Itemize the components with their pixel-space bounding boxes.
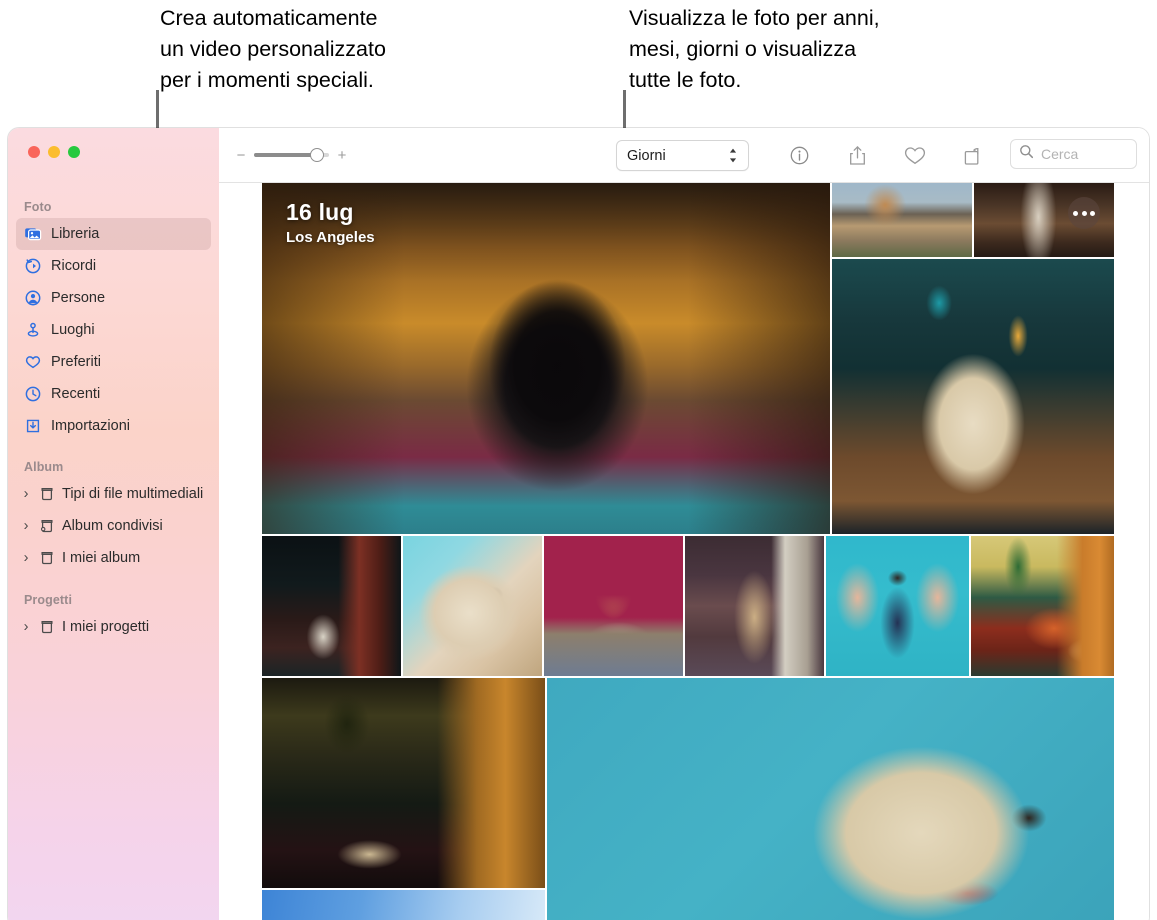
sidebar-header-progetti: Progetti xyxy=(8,593,219,607)
slider-knob[interactable] xyxy=(310,148,324,162)
sidebar-group-album: Album › Tipi di file multimediali › Albu… xyxy=(8,460,219,574)
callout-memories-text: Crea automaticamente un video personaliz… xyxy=(160,3,500,96)
day-header: 16 lug Los Angeles xyxy=(286,199,375,246)
info-button[interactable] xyxy=(787,144,811,168)
photo-smiling-dog[interactable] xyxy=(832,259,1114,534)
search-field[interactable]: Cerca xyxy=(1010,139,1137,169)
sidebar-item-album-condivisi[interactable]: › Album condivisi xyxy=(16,510,211,542)
sidebar-header-foto: Foto xyxy=(8,200,219,214)
photo-dog-window[interactable] xyxy=(685,536,824,676)
screenshot-root: Crea automaticamente un video personaliz… xyxy=(0,0,1157,920)
photo-terrier-dark[interactable] xyxy=(262,536,401,676)
sidebar-header-album: Album xyxy=(8,460,219,474)
sidebar-item-persone[interactable]: Persone xyxy=(16,282,211,314)
sidebar-item-i-miei-progetti[interactable]: › I miei progetti xyxy=(16,611,211,643)
slider-fill xyxy=(254,153,317,157)
view-mode-popup-button[interactable]: Giorni xyxy=(616,140,749,171)
toolbar: − + Giorni xyxy=(219,128,1149,183)
chevron-right-icon[interactable]: › xyxy=(20,518,32,534)
sidebar: Foto Libreria Ricordi xyxy=(8,128,219,920)
photo-dark-room-sofa[interactable] xyxy=(262,678,545,888)
dot xyxy=(1073,211,1078,216)
sidebar-item-label: Ricordi xyxy=(51,258,96,274)
rotate-button[interactable] xyxy=(961,144,985,168)
sidebar-group-progetti: Progetti › I miei progetti xyxy=(8,593,219,643)
people-icon xyxy=(24,289,42,307)
close-window-button[interactable] xyxy=(28,146,40,158)
album-box-icon xyxy=(38,549,56,567)
sidebar-item-label: Album condivisi xyxy=(62,518,163,534)
toolbar-buttons xyxy=(787,128,985,183)
sidebar-item-label: Importazioni xyxy=(51,418,130,434)
window-traffic-lights xyxy=(28,146,80,158)
sidebar-item-label: Preferiti xyxy=(51,354,101,370)
sidebar-item-luoghi[interactable]: Luoghi xyxy=(16,314,211,346)
sidebar-item-i-miei-album[interactable]: › I miei album xyxy=(16,542,211,574)
sidebar-item-label: Persone xyxy=(51,290,105,306)
sidebar-item-tipi-di-file-multimediali[interactable]: › Tipi di file multimediali xyxy=(16,478,211,510)
sidebar-item-libreria[interactable]: Libreria xyxy=(16,218,211,250)
sidebar-item-label: Luoghi xyxy=(51,322,95,338)
sidebar-item-importazioni[interactable]: Importazioni xyxy=(16,410,211,442)
clock-icon xyxy=(24,385,42,403)
chevron-right-icon[interactable]: › xyxy=(20,486,32,502)
photo-wind-blown-dog[interactable] xyxy=(547,678,1114,920)
zoom-in-label[interactable]: + xyxy=(337,147,347,164)
minimize-window-button[interactable] xyxy=(48,146,60,158)
photo-puppy-wall[interactable] xyxy=(832,183,972,257)
share-button[interactable] xyxy=(845,144,869,168)
zoom-window-button[interactable] xyxy=(68,146,80,158)
share-icon xyxy=(847,145,868,167)
thumbnail-size-slider[interactable] xyxy=(254,153,329,157)
photo-afghan-fireplace[interactable] xyxy=(544,536,683,676)
heart-icon xyxy=(24,353,42,371)
sidebar-item-label: Libreria xyxy=(51,226,99,242)
info-circle-icon xyxy=(789,145,810,166)
memories-icon xyxy=(24,257,42,275)
places-pin-icon xyxy=(24,321,42,339)
favorite-button[interactable] xyxy=(903,144,927,168)
photo-bulldog-rug[interactable]: 16 lug Los Angeles xyxy=(262,183,830,534)
chevron-right-icon[interactable]: › xyxy=(20,550,32,566)
callout-viewby-text: Visualizza le foto per anni, mesi, giorn… xyxy=(629,3,969,96)
import-icon xyxy=(24,417,42,435)
dot xyxy=(1090,211,1095,216)
album-box-icon xyxy=(38,485,56,503)
thumbnail-size-slider-group: − + xyxy=(236,147,347,164)
day-header-date: 16 lug xyxy=(286,199,375,226)
photos-app-window: Foto Libreria Ricordi xyxy=(8,128,1149,920)
photo-boy-teal[interactable] xyxy=(826,536,969,676)
shared-album-icon xyxy=(38,517,56,535)
photo-woman-couch[interactable] xyxy=(971,536,1114,676)
search-placeholder: Cerca xyxy=(1041,146,1078,162)
sidebar-item-label: Recenti xyxy=(51,386,100,402)
sidebar-item-ricordi[interactable]: Ricordi xyxy=(16,250,211,282)
view-mode-value: Giorni xyxy=(627,148,666,164)
chevron-right-icon[interactable]: › xyxy=(20,619,32,635)
sidebar-item-recenti[interactable]: Recenti xyxy=(16,378,211,410)
sidebar-item-label: I miei album xyxy=(62,550,140,566)
more-options-button[interactable] xyxy=(1068,197,1100,229)
rotate-icon xyxy=(962,145,984,167)
sidebar-item-label: Tipi di file multimediali xyxy=(62,486,203,502)
sidebar-item-label: I miei progetti xyxy=(62,619,149,635)
sidebar-item-preferiti[interactable]: Preferiti xyxy=(16,346,211,378)
sidebar-group-foto: Foto Libreria Ricordi xyxy=(8,200,219,442)
photo-blue-gradient[interactable] xyxy=(262,890,545,920)
zoom-out-label[interactable]: − xyxy=(236,147,246,164)
dot xyxy=(1082,211,1087,216)
photo-dog-hallway[interactable] xyxy=(974,183,1114,257)
photo-grid-area[interactable]: 16 lug Los Angeles xyxy=(219,183,1149,920)
photo-afghan-face[interactable] xyxy=(403,536,542,676)
heart-icon xyxy=(904,146,926,166)
album-box-icon xyxy=(38,618,56,636)
chevron-updown-icon xyxy=(728,147,738,164)
library-icon xyxy=(24,225,42,243)
day-header-location: Los Angeles xyxy=(286,229,375,246)
search-icon xyxy=(1019,144,1034,164)
